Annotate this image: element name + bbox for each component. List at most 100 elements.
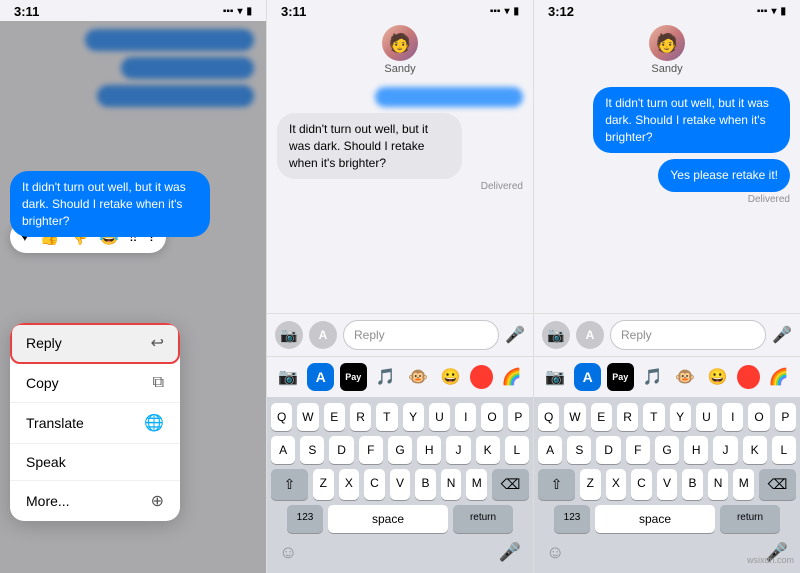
key-n[interactable]: N [441,469,462,500]
tray3-monkey[interactable]: 🐵 [672,363,698,391]
menu-reply[interactable]: Reply ↩ [10,323,180,364]
tray3-music[interactable]: 🎵 [640,363,666,391]
key-x[interactable]: X [339,469,360,500]
key3-shift[interactable]: ⇧ [538,469,575,500]
reply-input-2[interactable]: Reply [343,320,499,350]
key-d[interactable]: D [329,436,353,464]
key3-w[interactable]: W [564,403,585,431]
key-s[interactable]: S [300,436,324,464]
key-v[interactable]: V [390,469,411,500]
key3-d[interactable]: D [596,436,620,464]
menu-speak[interactable]: Speak [10,444,180,481]
apps-icon-2[interactable]: A [309,321,337,349]
key3-return[interactable]: return [720,505,780,533]
tray-monkey[interactable]: 🐵 [405,363,431,391]
key3-f[interactable]: F [626,436,650,464]
key3-l[interactable]: L [772,436,796,464]
key3-s[interactable]: S [567,436,591,464]
tray3-emoji[interactable]: 😀 [704,363,730,391]
key-o[interactable]: O [481,403,502,431]
key3-m[interactable]: M [733,469,754,500]
key3-delete[interactable]: ⌫ [759,469,796,500]
key-z[interactable]: Z [313,469,334,500]
panel-3: 3:12 ▪▪▪ ▾ ▮ 🧑 Sandy It didn't turn out … [534,0,800,573]
key3-r[interactable]: R [617,403,638,431]
key-k[interactable]: K [476,436,500,464]
key3-z[interactable]: Z [580,469,601,500]
tray-music[interactable]: 🎵 [373,363,399,391]
tray3-red[interactable] [737,365,760,389]
key-b[interactable]: B [415,469,436,500]
tray-photos[interactable]: 📷 [275,363,301,391]
reply-input-3[interactable]: Reply [610,320,766,350]
emoji-button-2[interactable]: ☺ [279,542,297,563]
key3-p[interactable]: P [775,403,796,431]
key-j[interactable]: J [446,436,470,464]
status-icons-3: ▪▪▪ ▾ ▮ [757,6,786,17]
menu-copy[interactable]: Copy ⧉ [10,364,180,403]
key-y[interactable]: Y [403,403,424,431]
key-q[interactable]: Q [271,403,292,431]
signal-icon-2: ▪▪▪ [490,6,501,17]
key3-a[interactable]: A [538,436,562,464]
key3-123[interactable]: 123 [554,505,590,533]
key-p[interactable]: P [508,403,529,431]
key-t[interactable]: T [376,403,397,431]
key-l[interactable]: L [505,436,529,464]
tray-red[interactable] [470,365,493,389]
key-h[interactable]: H [417,436,441,464]
key3-n[interactable]: N [708,469,729,500]
key3-h[interactable]: H [684,436,708,464]
tray-emoji[interactable]: 😀 [437,363,463,391]
tray3-photos[interactable]: 📷 [542,363,568,391]
tray-rainbow[interactable]: 🌈 [499,363,525,391]
mic-icon-2[interactable]: 🎤 [505,325,525,345]
tray3-appstore[interactable]: A [574,363,600,391]
key3-y[interactable]: Y [670,403,691,431]
status-icons-2: ▪▪▪ ▾ ▮ [490,6,519,17]
key-123[interactable]: 123 [287,505,323,533]
key3-b[interactable]: B [682,469,703,500]
key-shift[interactable]: ⇧ [271,469,308,500]
key3-j[interactable]: J [713,436,737,464]
key-m[interactable]: M [466,469,487,500]
key3-o[interactable]: O [748,403,769,431]
menu-translate[interactable]: Translate 🌐 [10,403,180,444]
key-e[interactable]: E [324,403,345,431]
messages-area-1: It didn't turn out well, but it was dark… [0,21,266,573]
key3-u[interactable]: U [696,403,717,431]
tray3-rainbow[interactable]: 🌈 [766,363,792,391]
tray-appstore[interactable]: A [307,363,333,391]
key3-v[interactable]: V [657,469,678,500]
key3-i[interactable]: I [722,403,743,431]
key3-space[interactable]: space [595,505,715,533]
mic-button-2[interactable]: 🎤 [499,542,521,563]
key-g[interactable]: G [388,436,412,464]
key-u[interactable]: U [429,403,450,431]
key-i[interactable]: I [455,403,476,431]
menu-more[interactable]: More... ⊕ [10,481,180,521]
key-delete[interactable]: ⌫ [492,469,529,500]
key-a[interactable]: A [271,436,295,464]
key3-g[interactable]: G [655,436,679,464]
apps-icon-3[interactable]: A [576,321,604,349]
tray3-applepay[interactable]: Pay [607,363,634,391]
emoji-button-3[interactable]: ☺ [546,542,564,563]
camera-icon-2[interactable]: 📷 [275,321,303,349]
input-bar-2: 📷 A Reply 🎤 [267,313,533,356]
key-space[interactable]: space [328,505,448,533]
key3-e[interactable]: E [591,403,612,431]
key-c[interactable]: C [364,469,385,500]
mic-icon-3[interactable]: 🎤 [772,325,792,345]
key3-c[interactable]: C [631,469,652,500]
key3-x[interactable]: X [606,469,627,500]
key-return[interactable]: return [453,505,513,533]
camera-icon-3[interactable]: 📷 [542,321,570,349]
key-r[interactable]: R [350,403,371,431]
tray-applepay[interactable]: Pay [340,363,367,391]
key3-k[interactable]: K [743,436,767,464]
key3-t[interactable]: T [643,403,664,431]
key-w[interactable]: W [297,403,318,431]
key-f[interactable]: F [359,436,383,464]
key3-q[interactable]: Q [538,403,559,431]
